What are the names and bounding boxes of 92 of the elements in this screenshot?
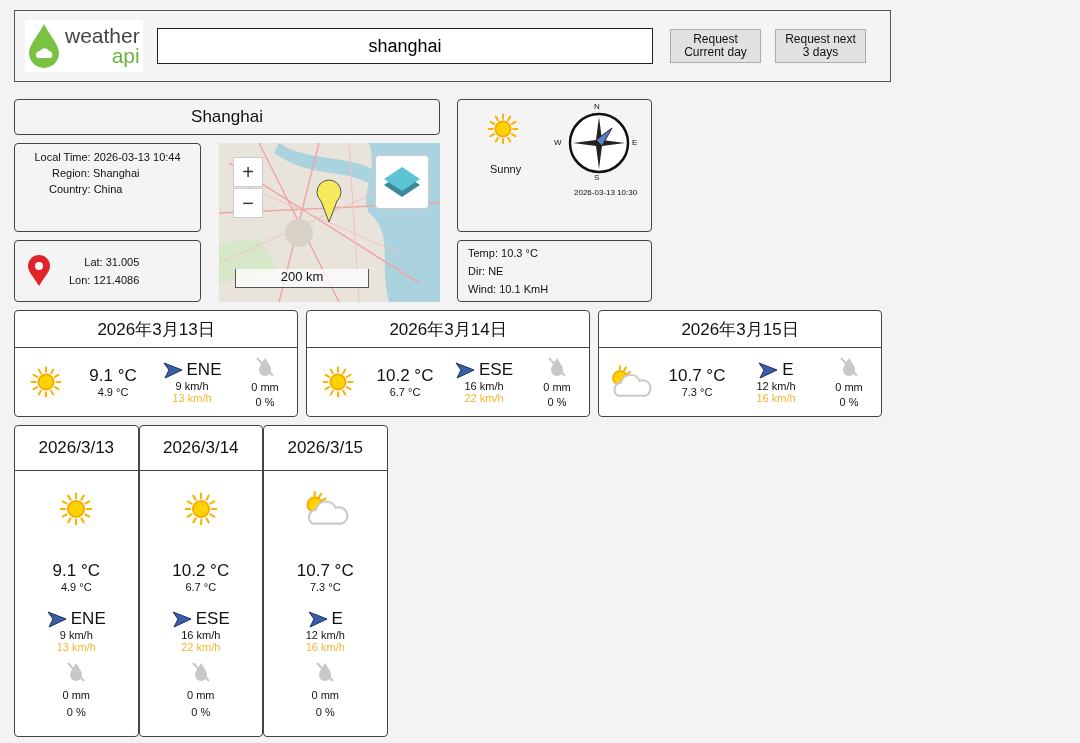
min-temp: 6.7 °C: [389, 386, 421, 398]
map-marker-icon: [316, 179, 342, 223]
rain-chance: 0 %: [315, 706, 335, 718]
city-title: Shanghai: [14, 99, 440, 135]
zoom-in-button[interactable]: +: [233, 157, 263, 187]
precipitation: 0 mm: [62, 689, 90, 701]
longitude: Lon: 121.4086: [69, 274, 140, 286]
gust-speed: 13 km/h: [56, 641, 96, 653]
city-input[interactable]: shanghai: [157, 28, 653, 64]
min-temp: 7.3 °C: [681, 386, 713, 398]
wind-speed: 9 km/h: [175, 380, 209, 392]
gust-speed: 22 km/h: [464, 392, 504, 404]
layers-button[interactable]: [375, 155, 429, 209]
precipitation: 0 mm: [251, 381, 279, 393]
drop-icon: [27, 23, 61, 69]
max-temp: 9.1 °C: [52, 561, 100, 581]
map-scale: 200 km: [235, 269, 369, 288]
country: Country: China: [48, 183, 124, 195]
sun-icon: [321, 365, 355, 399]
forecast-date: 2026/3/14: [139, 426, 262, 471]
forecast-date: 2026/3/13: [15, 426, 138, 471]
precipitation: 0 mm: [543, 381, 571, 393]
compass-east: E: [632, 138, 638, 147]
max-temp: 10.2 °C: [376, 366, 434, 386]
gust-speed: 16 km/h: [756, 392, 796, 404]
wind-direction: E: [331, 609, 343, 629]
wind-direction: Dir: NE: [468, 265, 505, 277]
latitude: Lat: 31.005: [84, 256, 140, 268]
wind-speed: Wind: 10.1 KmH: [468, 283, 550, 295]
min-temp: 4.9 °C: [60, 581, 92, 593]
wind-arrow-icon: [307, 610, 328, 628]
wind-direction: ESE: [195, 609, 230, 629]
no-rain-icon: [66, 661, 87, 683]
wind-arrow-icon: [758, 361, 779, 379]
no-rain-icon: [255, 356, 275, 378]
no-rain-icon: [315, 661, 336, 683]
rain-chance: 0 %: [839, 396, 859, 408]
max-temp: 10.7 °C: [668, 366, 726, 386]
no-rain-icon: [190, 661, 211, 683]
wind-speed: 16 km/h: [464, 380, 504, 392]
no-rain-icon: [547, 356, 567, 378]
rain-chance: 0 %: [255, 396, 275, 408]
update-time: 2026-03-13 10:30: [574, 188, 638, 197]
sun-icon: [182, 491, 219, 527]
wind-speed: 12 km/h: [756, 380, 796, 392]
zoom-out-button[interactable]: −: [233, 188, 263, 218]
wind-arrow-icon: [162, 361, 183, 379]
wind-direction: E: [782, 360, 794, 380]
wind-speed: 16 km/h: [181, 629, 221, 641]
compass-north: N: [594, 102, 600, 111]
logo: weather api: [25, 20, 143, 72]
wind-direction: ENE: [186, 360, 222, 380]
wind-direction: ENE: [70, 609, 106, 629]
max-temp: 10.2 °C: [172, 561, 230, 581]
gust-speed: 16 km/h: [305, 641, 345, 653]
min-temp: 7.3 °C: [309, 581, 341, 593]
region: Region: Shanghai: [51, 167, 141, 179]
temperature: Temp: 10.3 °C: [468, 247, 539, 259]
forecast-date: 2026/3/15: [264, 426, 387, 471]
min-temp: 6.7 °C: [185, 581, 217, 593]
wind-arrow-icon: [171, 610, 192, 628]
min-temp: 4.9 °C: [97, 386, 129, 398]
forecast-date: 2026年3月13日: [15, 311, 297, 348]
precipitation: 0 mm: [311, 689, 339, 701]
no-rain-icon: [839, 356, 859, 378]
rain-chance: 0 %: [547, 396, 567, 408]
rain-chance: 0 %: [66, 706, 86, 718]
wind-direction: ESE: [479, 360, 513, 380]
precipitation: 0 mm: [835, 381, 863, 393]
wind-arrow-icon: [455, 361, 475, 379]
gust-speed: 22 km/h: [181, 641, 221, 653]
request-button[interactable]: Request Current day: [670, 29, 761, 63]
forecast-date: 2026年3月14日: [307, 311, 589, 348]
sun-icon: [29, 365, 63, 399]
wind-speed: 12 km/h: [305, 629, 345, 641]
wind-arrow-icon: [46, 610, 67, 628]
compass-icon: [568, 112, 630, 174]
compass-south: S: [594, 173, 600, 182]
max-temp: 9.1 °C: [89, 366, 137, 386]
condition-label: Sunny: [490, 163, 522, 175]
gust-speed: 13 km/h: [172, 392, 212, 404]
sun-icon: [58, 491, 95, 527]
precipitation: 0 mm: [187, 689, 215, 701]
forecast-date: 2026年3月15日: [599, 311, 881, 348]
local-time: Local Time: 2026-03-13 10:44: [34, 151, 181, 163]
location-pin-icon: [27, 255, 51, 287]
compass-west: W: [554, 138, 562, 147]
max-temp: 10.7 °C: [296, 561, 354, 581]
request-button[interactable]: Request next 3 days: [775, 29, 866, 63]
wind-speed: 9 km/h: [59, 629, 93, 641]
rain-chance: 0 %: [191, 706, 211, 718]
sun-icon: [486, 112, 520, 146]
